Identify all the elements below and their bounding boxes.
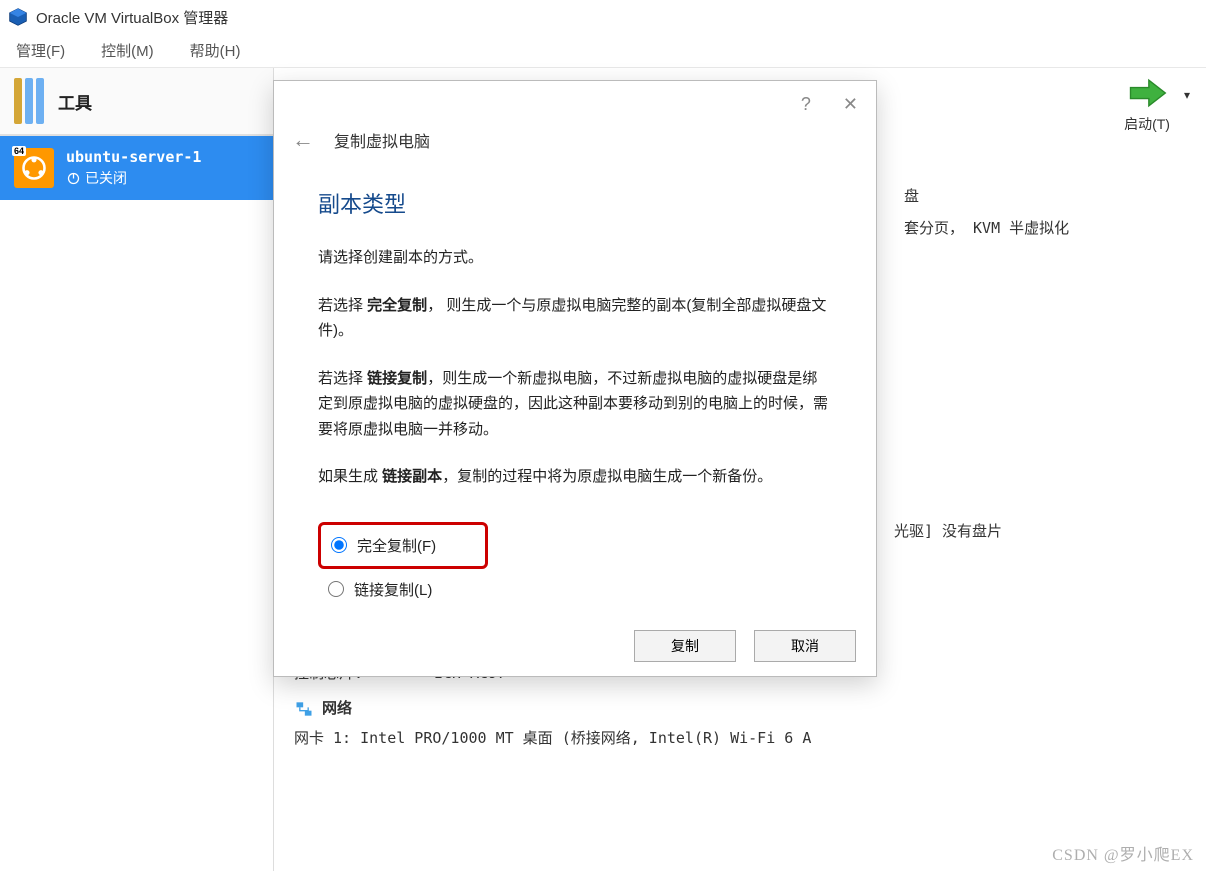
network-icon (294, 699, 314, 719)
dialog-title: 复制虚拟电脑 (334, 128, 430, 152)
dialog-close-button[interactable]: ✕ (843, 94, 858, 115)
radio-linked-clone[interactable]: 链接复制(L) (318, 575, 832, 604)
clone-desc-intro: 请选择创建副本的方式。 (318, 245, 832, 271)
clone-dialog: ? ✕ ← 复制虚拟电脑 副本类型 请选择创建副本的方式。 若选择 完全复制， … (273, 80, 877, 677)
clone-desc-link: 若选择 链接复制，则生成一个新虚拟电脑，不过新虚拟电脑的虚拟硬盘是绑定到原虚拟电… (318, 366, 832, 443)
dialog-help-button[interactable]: ? (801, 94, 811, 115)
menubar: 管理(F) 控制(M) 帮助(H) (0, 34, 1206, 68)
radio-full-clone[interactable]: 完全复制(F) (331, 531, 475, 560)
tools-item[interactable]: 工具 (0, 68, 273, 136)
window-titlebar: Oracle VM VirtualBox 管理器 (0, 0, 1206, 34)
watermark: CSDN @罗小爬EX (1052, 841, 1194, 865)
highlight-box: 完全复制(F) (318, 522, 488, 569)
clone-desc-full: 若选择 完全复制， 则生成一个与原虚拟电脑完整的副本(复制全部虚拟硬盘文件)。 (318, 293, 832, 344)
tools-icon (14, 78, 44, 124)
vm-arch-badge: 64 (12, 146, 26, 156)
clone-type-heading: 副本类型 (318, 187, 832, 219)
radio-full-clone-input[interactable] (331, 537, 347, 553)
menu-control[interactable]: 控制(M) (101, 40, 154, 61)
vm-name: ubuntu-server-1 (66, 148, 201, 166)
menu-help[interactable]: 帮助(H) (190, 40, 241, 61)
start-arrow-icon (1125, 74, 1169, 112)
start-dropdown-caret[interactable]: ▾ (1184, 88, 1190, 102)
vm-status: 已关闭 (66, 168, 201, 188)
cancel-button[interactable]: 取消 (754, 630, 856, 662)
radio-linked-clone-input[interactable] (328, 581, 344, 597)
dialog-back-button[interactable]: ← (292, 127, 314, 153)
menu-manage[interactable]: 管理(F) (16, 40, 65, 61)
network-header[interactable]: 网络 (294, 696, 1196, 722)
clone-button[interactable]: 复制 (634, 630, 736, 662)
nic-line: 网卡 1: Intel PRO/1000 MT 桌面 (桥接网络, Intel(… (294, 726, 1196, 752)
tools-label: 工具 (58, 89, 92, 114)
clone-desc-snapshot: 如果生成 链接副本，复制的过程中将为原虚拟电脑生成一个新备份。 (318, 464, 832, 490)
window-title: Oracle VM VirtualBox 管理器 (36, 7, 228, 28)
vm-item-ubuntu-server-1[interactable]: 64 ubuntu-server-1 已关闭 (0, 136, 273, 200)
start-button[interactable]: 启动(T) (1124, 74, 1170, 134)
sidebar: 工具 64 ubuntu-server-1 已关闭 (0, 68, 274, 871)
virtualbox-icon (8, 7, 28, 27)
vm-os-icon: 64 (14, 148, 54, 188)
power-icon (66, 171, 81, 186)
